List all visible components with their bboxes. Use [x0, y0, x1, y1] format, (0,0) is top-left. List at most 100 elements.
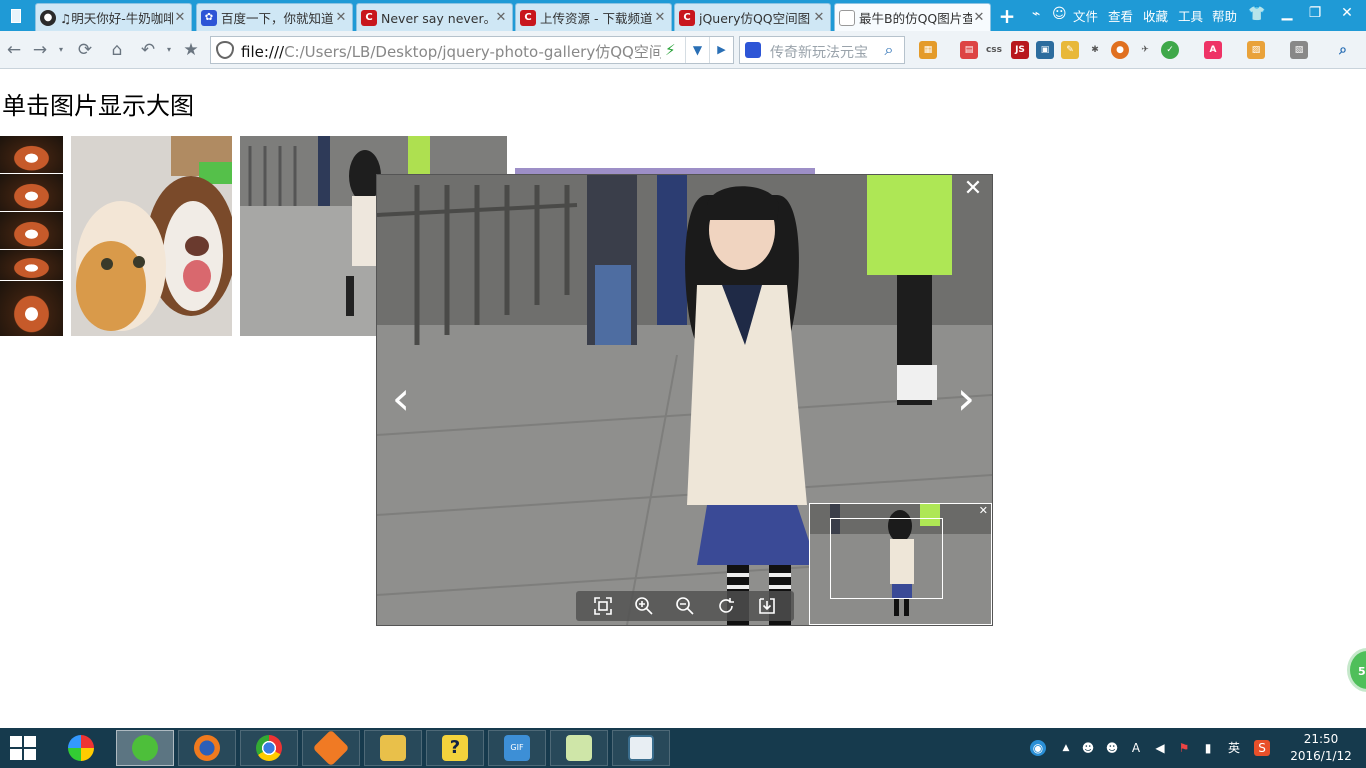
menu-file[interactable]: 文件: [1073, 6, 1098, 25]
floating-widget-badge[interactable]: 56: [1347, 648, 1366, 692]
game-icon[interactable]: ●: [1111, 41, 1129, 59]
zoom-icon[interactable]: ⌕: [1334, 41, 1352, 59]
close-tab-icon[interactable]: ✕: [494, 10, 508, 25]
menu-help[interactable]: 帮助: [1212, 6, 1237, 25]
viewer-close-icon[interactable]: ✕: [962, 178, 984, 200]
taskbar-app-explorer[interactable]: [364, 730, 422, 766]
undo-icon[interactable]: ↶: [137, 39, 159, 61]
restore-button[interactable]: ❐: [1302, 2, 1328, 24]
next-image-icon[interactable]: ›: [950, 375, 982, 425]
history-dropdown-icon[interactable]: ▾: [50, 39, 72, 61]
close-window-button[interactable]: ✕: [1334, 2, 1360, 24]
go-icon[interactable]: ▶: [709, 37, 733, 63]
menu-favorites[interactable]: 收藏: [1143, 6, 1168, 25]
back-icon[interactable]: ←: [3, 39, 25, 61]
menu-tools[interactable]: 工具: [1178, 6, 1203, 25]
note-icon[interactable]: ✎: [1061, 41, 1079, 59]
calendar-icon[interactable]: ▤: [960, 41, 978, 59]
tool-icon[interactable]: ✱: [1086, 41, 1104, 59]
css-tool-icon[interactable]: css: [985, 41, 1003, 59]
network-flag-icon[interactable]: ⚑: [1176, 740, 1192, 756]
thumbnail-red-panda-2[interactable]: [0, 174, 63, 211]
undo-dropdown-icon[interactable]: ▾: [158, 39, 180, 61]
page-title: 单击图片显示大图: [2, 92, 194, 120]
qq-icon[interactable]: ☻: [1080, 740, 1096, 756]
navigator-viewport-frame[interactable]: [830, 518, 943, 599]
windows-start-icon[interactable]: [10, 736, 38, 762]
thumbnail-dog-and-cat[interactable]: [71, 136, 232, 336]
tab-2[interactable]: ✿ 百度一下，你就知道 ✕: [196, 3, 353, 31]
skin-shirt-icon[interactable]: 👕: [1248, 6, 1265, 22]
bird-icon[interactable]: ⌁: [1032, 6, 1040, 22]
favorite-star-icon[interactable]: ★: [180, 39, 202, 61]
shield-a-icon[interactable]: A: [1128, 740, 1144, 756]
image-navigator[interactable]: ✕: [809, 503, 992, 625]
sogou-input-icon[interactable]: S: [1254, 740, 1270, 756]
security-shield-icon[interactable]: [216, 41, 234, 59]
baidu-search-engine-icon[interactable]: [745, 42, 761, 58]
volume-icon[interactable]: ◀: [1152, 740, 1168, 756]
taskbar-app-pdf[interactable]: [302, 729, 360, 767]
url-text[interactable]: file:///C:/Users/LB/Desktop/jquery-photo…: [241, 41, 661, 62]
tray-expand-icon[interactable]: ▲: [1058, 740, 1074, 756]
shield-guard-icon[interactable]: ✓: [1161, 41, 1179, 59]
image-icon[interactable]: ▧: [1290, 41, 1308, 59]
download-icon[interactable]: [753, 594, 781, 618]
navigator-close-icon[interactable]: ✕: [979, 504, 988, 517]
search-box[interactable]: 传奇新玩法元宝 ⌕: [739, 36, 905, 64]
close-tab-icon[interactable]: ✕: [334, 10, 348, 25]
taskbar-app-chrome[interactable]: [240, 730, 298, 766]
tab-4[interactable]: C 上传资源 - 下载频道 ✕: [515, 3, 672, 31]
screenshot-tool-icon[interactable]: ▨: [1247, 41, 1265, 59]
thumbnail-red-panda-1[interactable]: [0, 136, 63, 173]
address-bar[interactable]: file:///C:/Users/LB/Desktop/jquery-photo…: [210, 36, 734, 64]
forward-icon[interactable]: →: [29, 39, 51, 61]
taskbar-app-360[interactable]: [52, 730, 110, 766]
tab-5[interactable]: C jQuery仿QQ空间图 ✕: [674, 3, 831, 31]
thumbnail-red-panda-4[interactable]: [0, 250, 63, 280]
thumbnail-red-panda-3[interactable]: [0, 212, 63, 249]
apps-grid-icon[interactable]: ▦: [919, 41, 937, 59]
plane-icon[interactable]: ✈: [1136, 41, 1154, 59]
js-tool-icon[interactable]: JS: [1011, 41, 1029, 59]
new-tab-button[interactable]: +: [994, 5, 1020, 27]
network-globe-icon[interactable]: ◉: [1030, 740, 1046, 756]
taskbar-app-notepad[interactable]: [550, 730, 608, 766]
close-tab-icon[interactable]: ✕: [972, 10, 986, 25]
search-icon[interactable]: ⌕: [878, 39, 900, 61]
rotate-icon[interactable]: [712, 594, 740, 618]
translate-icon[interactable]: A: [1204, 41, 1222, 59]
taskbar-app-360-browser[interactable]: [116, 730, 174, 766]
minimize-button[interactable]: ▁: [1274, 2, 1300, 24]
home-icon[interactable]: ⌂: [106, 39, 128, 61]
zoom-out-icon[interactable]: [671, 594, 699, 618]
tab-1[interactable]: ● ♫明天你好-牛奶咖啡 ✕: [35, 3, 192, 31]
360-icon: [68, 735, 94, 761]
thumbnail-red-panda-5[interactable]: [0, 281, 63, 336]
fullscreen-icon[interactable]: [589, 594, 617, 618]
zoom-in-icon[interactable]: [630, 594, 658, 618]
address-dropdown-icon[interactable]: ▼: [685, 37, 709, 63]
browser-tab-bar: ● ♫明天你好-牛奶咖啡 ✕ ✿ 百度一下，你就知道 ✕ C Never say…: [0, 0, 1366, 31]
close-tab-icon[interactable]: ✕: [173, 10, 187, 25]
qq-icon-2[interactable]: ☻: [1104, 740, 1120, 756]
search-input[interactable]: 传奇新玩法元宝: [770, 42, 876, 62]
close-tab-icon[interactable]: ✕: [812, 10, 826, 25]
ime-language[interactable]: 英: [1226, 740, 1242, 756]
close-tab-icon[interactable]: ✕: [653, 10, 667, 25]
previous-image-icon[interactable]: ‹: [385, 375, 417, 425]
system-clock[interactable]: 21:50 2016/1/12: [1286, 731, 1356, 765]
screenshot-icon[interactable]: ▣: [1036, 41, 1054, 59]
tab-6-active[interactable]: 最牛B的仿QQ图片查 ✕: [834, 3, 991, 31]
browser-menu-icon[interactable]: [6, 6, 26, 26]
speed-mode-icon[interactable]: ⚡: [665, 41, 676, 59]
refresh-icon[interactable]: ⟳: [74, 39, 96, 61]
taskbar-app-gif[interactable]: GIF: [488, 730, 546, 766]
taskbar-app-help[interactable]: ?: [426, 730, 484, 766]
battery-icon[interactable]: ▮: [1200, 740, 1216, 756]
taskbar-app-window[interactable]: [612, 730, 670, 766]
menu-view[interactable]: 查看: [1108, 6, 1133, 25]
taskbar-app-firefox[interactable]: [178, 730, 236, 766]
tab-3[interactable]: C Never say never。 ✕: [356, 3, 513, 31]
user-icon[interactable]: ☺: [1052, 6, 1067, 22]
